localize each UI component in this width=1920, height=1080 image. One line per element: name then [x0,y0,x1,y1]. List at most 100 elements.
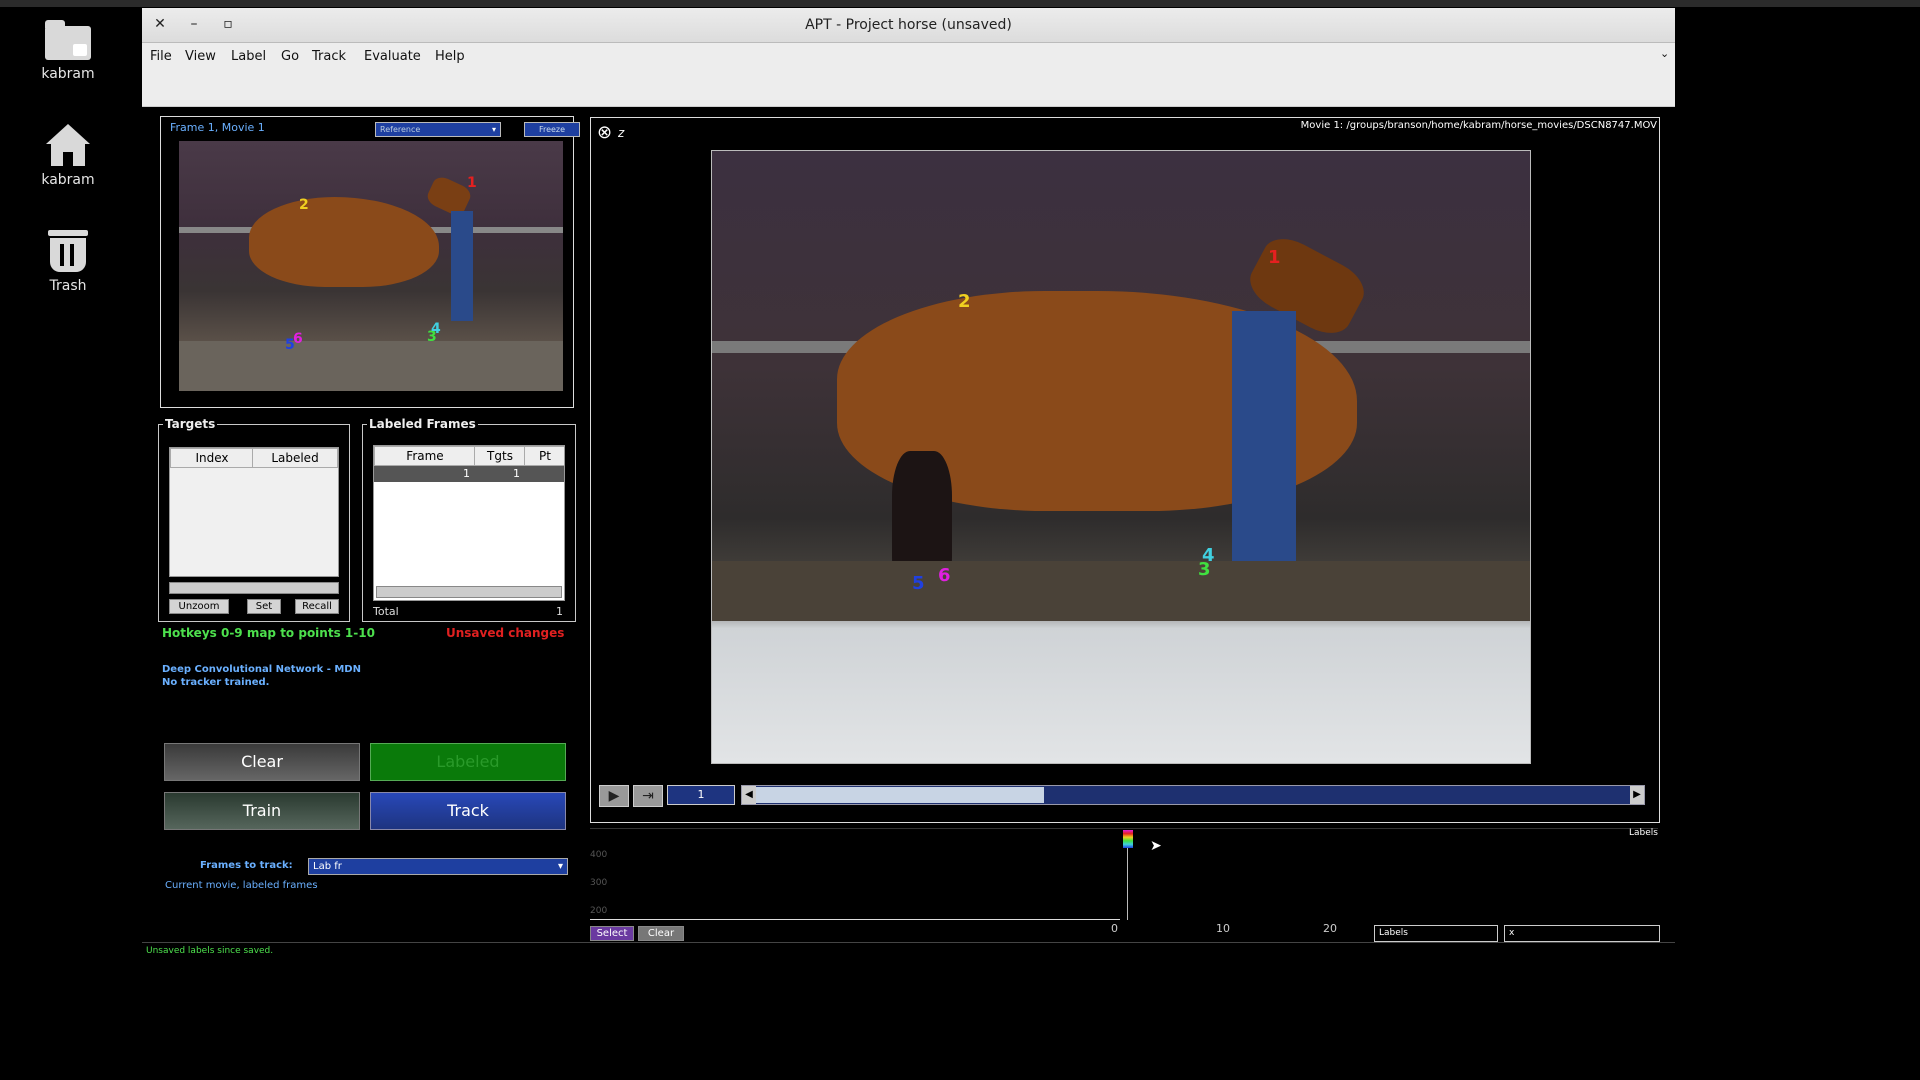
title-bar: ✕ – ▫ APT - Project horse (unsaved) [142,8,1675,43]
desktop-icon-label: kabram [41,172,95,188]
reference-frame-label: Frame 1, Movie 1 [170,121,265,134]
recall-button[interactable]: Recall [295,599,339,614]
set-button[interactable]: Set [247,599,281,614]
chevron-down-icon: ▾ [491,125,496,134]
main-point-2[interactable]: 2 [958,291,971,312]
row-frame: 1 [463,467,470,480]
handler [451,211,473,321]
home-icon [42,120,94,168]
frame-slider[interactable]: ◀ ▶ [741,785,1645,805]
x-tick-0: 0 [1111,922,1118,935]
apt-window: ✕ – ▫ APT - Project horse (unsaved) File… [142,8,1675,958]
reference-dropdown-value: Reference [380,125,421,134]
targets-table[interactable]: Index Labeled [169,447,339,577]
labeled-col-tgts[interactable]: Tgts [474,446,526,466]
unsaved-changes-text: Unsaved changes [446,626,565,640]
reference-dropdown[interactable]: Reference ▾ [375,122,501,137]
footer-message: Unsaved labels since saved. [146,946,274,956]
footer-divider [142,942,1675,943]
main-point-5[interactable]: 5 [912,573,925,594]
timeline-top-line [590,828,1658,829]
main-point-6[interactable]: 6 [938,565,951,586]
menu-evaluate[interactable]: Evaluate [364,49,421,64]
freeze-button[interactable]: Freeze [524,122,580,137]
main-point-4[interactable]: 4 [1202,545,1215,566]
targets-panel: Targets Index Labeled Unzoom Set Recall [158,417,350,622]
unzoom-button[interactable]: Unzoom [169,599,229,614]
frames-to-track-dropdown[interactable]: Lab fr ▾ [308,858,568,875]
folder-icon [42,14,94,62]
desktop-icon-label: Trash [49,278,87,294]
frame-number-input[interactable]: 1 [667,785,735,805]
video-frame[interactable]: 1 2 3 4 5 6 [711,150,1531,764]
play-button[interactable]: ▶ [599,785,629,807]
x-tick-20: 20 [1323,922,1337,935]
slider-thumb[interactable] [756,787,1044,803]
timeline-axis [590,919,1120,920]
hotkeys-text: Hotkeys 0-9 map to points 1-10 [162,626,375,640]
labeled-frames-table[interactable]: Frame Tgts Pt 1 1 [373,445,565,601]
tracker-state: No tracker trained. [162,677,270,688]
movie-path: Movie 1: /groups/branson/home/kabram/hor… [1300,120,1657,131]
timeline-panel: Labels 400 300 200 ➤ 0 10 20 Select Clea… [590,826,1660,942]
menu-track[interactable]: Track [312,49,346,64]
frames-to-track-description: Current movie, labeled frames [165,880,318,891]
targets-col-labeled[interactable]: Labeled [252,448,338,468]
desktop-icon-kabram-home[interactable]: kabram [22,120,114,188]
desktop-icon-kabram-folder[interactable]: kabram [22,14,114,82]
menu-file[interactable]: File [150,49,172,64]
labeled-col-frame[interactable]: Frame [374,446,476,466]
horse-body [249,197,439,287]
menu-go[interactable]: Go [281,49,299,64]
tracker-name: Deep Convolutional Network - MDN [162,664,361,675]
zoom-reset-icon[interactable]: ⊗ [597,122,612,143]
slider-left-arrow-icon[interactable]: ◀ [742,786,756,804]
zoom-z-icon: z [618,126,625,140]
timeline-clear-button[interactable]: Clear [638,926,684,941]
train-button[interactable]: Train [164,792,360,830]
menu-label[interactable]: Label [231,49,266,64]
labeled-frames-title: Labeled Frames [367,417,478,431]
reference-image: 1 2 3 4 5 6 [179,141,563,391]
reference-panel: Frame 1, Movie 1 Reference ▾ Freeze 1 2 … [160,116,580,408]
clear-button[interactable]: Clear [164,743,360,781]
menu-overflow-icon[interactable]: ⌄ [1660,47,1669,60]
ref-point-1[interactable]: 1 [467,175,477,191]
desktop-icon-label: kabram [41,66,95,82]
desktop-icon-trash[interactable]: Trash [22,226,114,294]
main-point-1[interactable]: 1 [1268,247,1281,268]
targets-col-index[interactable]: Index [170,448,254,468]
menu-help[interactable]: Help [435,49,465,64]
ref-point-4[interactable]: 4 [431,321,441,337]
timeline-select-button[interactable]: Select [590,926,634,941]
slider-right-arrow-icon[interactable]: ▶ [1630,786,1644,804]
floor [179,341,563,391]
timeline-legend: Labels [1629,828,1658,838]
menu-view[interactable]: View [185,49,216,64]
targets-scrollbar[interactable] [169,582,339,594]
timeline-labels-dropdown[interactable]: Labels [1374,925,1498,942]
total-value: 1 [556,605,563,618]
ground [712,561,1530,621]
handler [1232,311,1296,591]
next-frame-button[interactable]: ⇥ [633,785,663,807]
labeled-frames-scrollbar[interactable] [376,586,562,598]
total-label: Total [373,605,399,618]
targets-title: Targets [163,417,218,431]
labeled-col-pt[interactable]: Pt [524,446,564,466]
ref-point-6[interactable]: 6 [293,331,303,347]
x-tick-10: 10 [1216,922,1230,935]
labeled-button[interactable]: Labeled [370,743,566,781]
ref-point-2[interactable]: 2 [299,197,309,213]
trash-icon [42,226,94,274]
current-frame-indicator[interactable] [1123,830,1133,848]
table-row[interactable]: 1 1 [374,466,564,482]
frames-to-track-value: Lab fr [313,861,342,872]
timeline-x-dropdown[interactable]: x [1504,925,1660,942]
track-button[interactable]: Track [370,792,566,830]
row-tgts: 1 [513,467,520,480]
y-tick-300: 300 [590,878,608,888]
toolbar [142,70,1675,107]
chevron-down-icon: ▾ [557,861,563,872]
labeled-frames-panel: Labeled Frames Frame Tgts Pt 1 1 Total 1 [362,417,576,622]
